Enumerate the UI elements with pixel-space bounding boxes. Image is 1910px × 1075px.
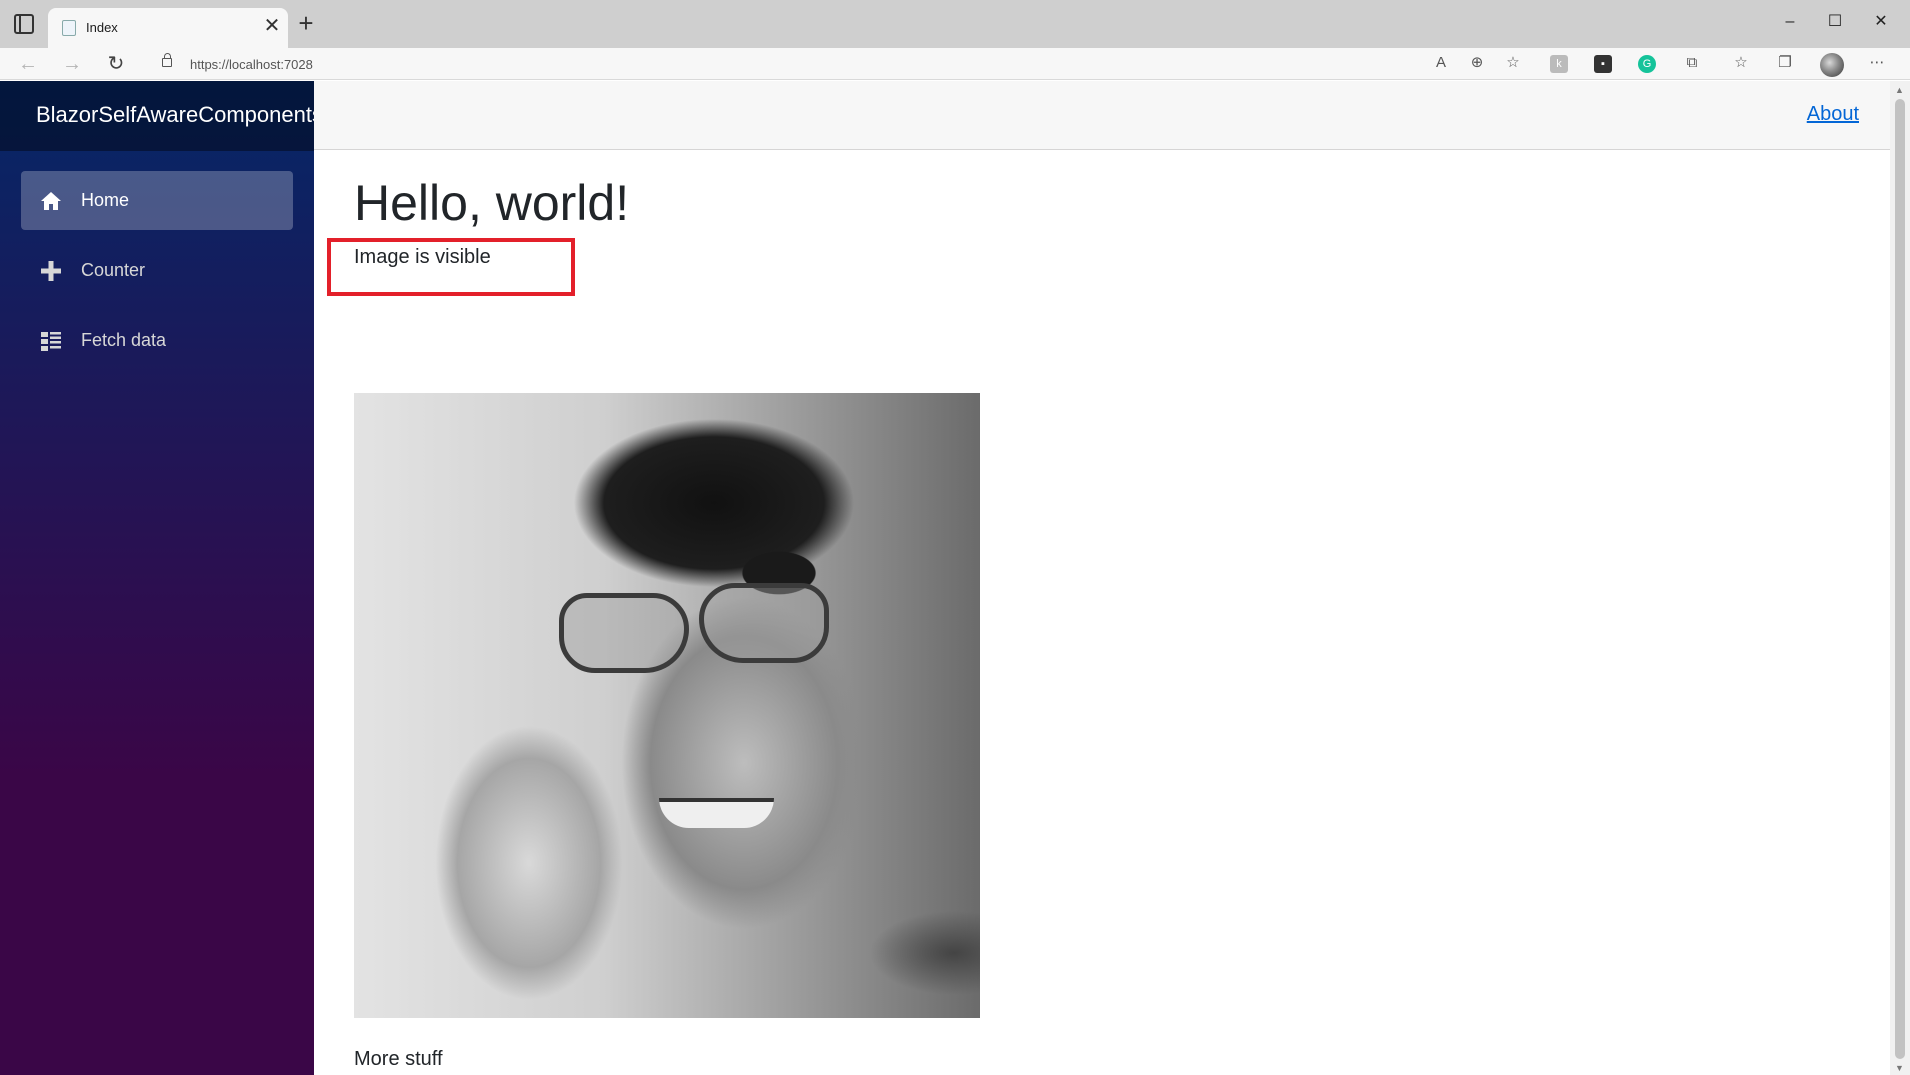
sidebar-item-label: Home	[81, 190, 130, 210]
main-content: Hello, world! Image is visible More stuf…	[314, 151, 1890, 1075]
photo-detail	[559, 593, 689, 673]
grammarly-icon[interactable]: G	[1638, 55, 1656, 73]
tab-actions-icon[interactable]	[14, 14, 34, 34]
brand-link[interactable]: BlazorSelfAwareComponents	[36, 102, 314, 128]
browser-toolbar: ← → ↻ https://localhost:7028 A ⊕ ☆ k ▪ G…	[0, 48, 1910, 80]
browser-tab[interactable]: Index ✕	[48, 8, 288, 48]
page-favicon-icon	[62, 20, 76, 36]
plus-icon	[41, 261, 61, 281]
more-stuff-text: More stuff	[354, 1048, 443, 1070]
address-bar[interactable]: https://localhost:7028	[148, 50, 1418, 78]
zoom-icon[interactable]: ⊕	[1466, 52, 1488, 74]
profile-icon[interactable]	[1820, 53, 1844, 77]
photo-detail	[699, 583, 829, 663]
favorites-icon[interactable]: ☆	[1730, 52, 1752, 74]
new-tab-button[interactable]: +	[295, 10, 317, 36]
list-icon	[41, 332, 61, 351]
window-close-button[interactable]: ✕	[1866, 10, 1896, 34]
home-icon	[41, 192, 61, 210]
scroll-up-icon[interactable]: ▲	[1895, 85, 1904, 95]
back-button[interactable]: ←	[14, 51, 42, 77]
more-icon[interactable]: ⋯	[1866, 52, 1888, 74]
read-aloud-icon[interactable]: A	[1430, 52, 1452, 74]
window-minimize-button[interactable]: –	[1775, 10, 1805, 34]
sidebar-item-home[interactable]: Home	[21, 171, 293, 230]
reload-button[interactable]: ↻	[102, 51, 130, 77]
extensions-icon[interactable]: ⧉	[1681, 52, 1703, 74]
about-link[interactable]: About	[1807, 103, 1859, 126]
sidebar-item-counter[interactable]: Counter	[21, 241, 293, 300]
photo-detail	[659, 798, 774, 828]
sidebar: BlazorSelfAwareComponents Home Counter F…	[0, 81, 314, 1075]
browser-tab-strip: Index ✕ + – ☐ ✕	[0, 0, 1910, 48]
window-maximize-button[interactable]: ☐	[1820, 10, 1850, 34]
sidebar-item-label: Counter	[81, 260, 146, 280]
extension-icon[interactable]: k	[1550, 55, 1568, 73]
extension-icon[interactable]: ▪	[1594, 55, 1612, 73]
scroll-down-icon[interactable]: ▼	[1895, 1063, 1904, 1073]
portrait-photo	[354, 393, 980, 1018]
page-title: Hello, world!	[354, 175, 630, 231]
lock-icon[interactable]	[162, 53, 172, 67]
page-scrollbar[interactable]: ▲ ▼	[1890, 81, 1910, 1075]
favorite-add-icon[interactable]: ☆	[1502, 52, 1524, 74]
sidebar-item-label: Fetch data	[81, 330, 167, 350]
url-text[interactable]: https://localhost:7028	[190, 57, 313, 72]
brand-bar: BlazorSelfAwareComponents	[0, 81, 314, 151]
web-page: BlazorSelfAwareComponents Home Counter F…	[0, 81, 1910, 1075]
scrollbar-thumb[interactable]	[1895, 99, 1905, 1059]
tab-title: Index	[86, 20, 118, 35]
top-row: About	[314, 81, 1890, 150]
forward-button[interactable]: →	[58, 51, 86, 77]
visibility-status: Image is visible	[354, 246, 491, 268]
tab-close-icon[interactable]: ✕	[262, 16, 282, 36]
sidebar-item-fetch-data[interactable]: Fetch data	[21, 311, 293, 370]
collections-icon[interactable]: ❐	[1774, 52, 1796, 74]
